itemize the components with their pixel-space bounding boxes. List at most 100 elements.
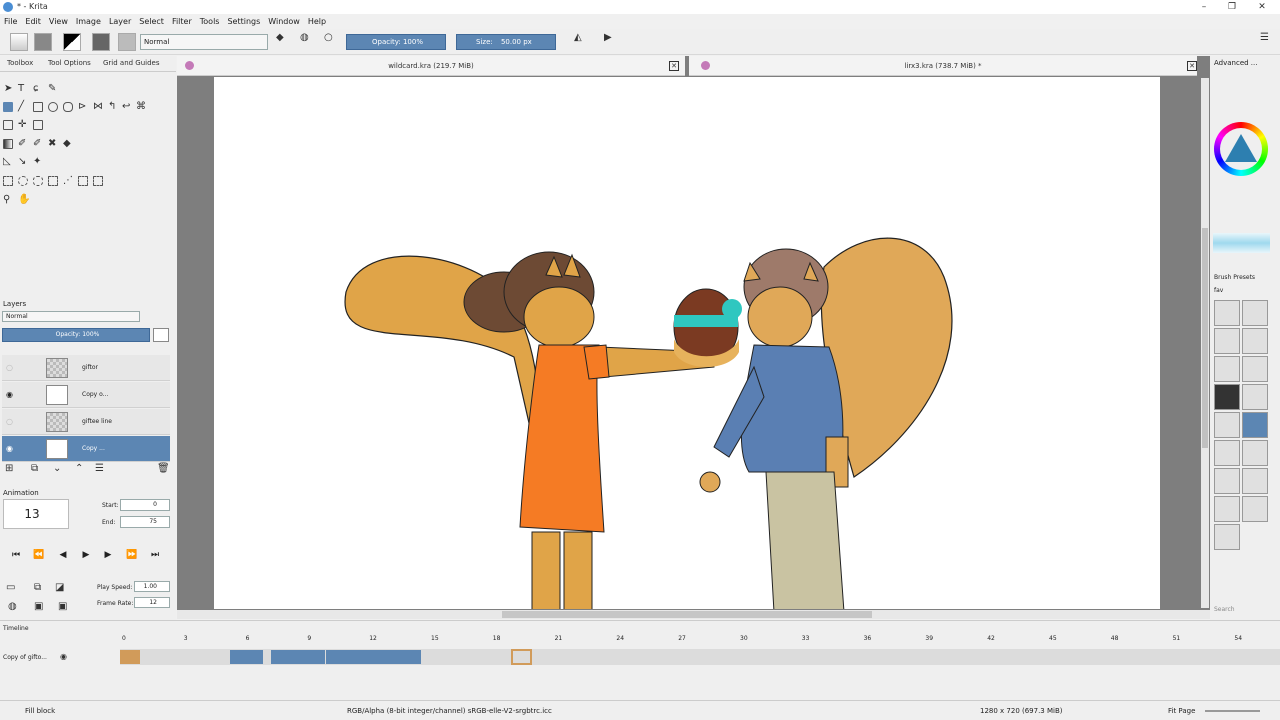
rect-select-icon[interactable] xyxy=(3,176,13,186)
bezier-tool-icon[interactable]: ⋈ xyxy=(93,102,103,112)
menu-tools[interactable]: Tools xyxy=(196,14,224,29)
frame-ruler[interactable]: 0 3 6 9 12 15 18 21 24 27 30 33 36 39 42 45 48 51 54 xyxy=(120,635,1280,647)
opacity-slider[interactable]: Opacity: 100% xyxy=(346,34,446,50)
first-frame-icon[interactable]: ⏮ xyxy=(10,549,22,561)
pan-tool-icon[interactable]: ✋ xyxy=(18,195,30,205)
drawing-canvas[interactable] xyxy=(214,77,1160,609)
layer-opacity-slider[interactable]: Opacity: 100% xyxy=(2,328,150,342)
crop-tool-icon[interactable] xyxy=(33,120,43,130)
vertical-scrollbar[interactable] xyxy=(1201,78,1209,608)
layer-row[interactable]: ○ giftor xyxy=(2,355,170,381)
smart-patch-icon[interactable]: ✖ xyxy=(48,139,58,149)
fill-tool-icon[interactable]: ◆ xyxy=(63,139,73,149)
line-tool-icon[interactable]: ╱ xyxy=(18,102,28,112)
gradient-tool-icon[interactable] xyxy=(3,139,13,149)
eye-visible-icon[interactable]: ◉ xyxy=(6,390,13,399)
hamburger-menu-icon[interactable]: ☰ xyxy=(1260,33,1278,51)
fg-bg-color-icon[interactable] xyxy=(63,33,81,51)
brush-preset-icon[interactable] xyxy=(92,33,110,51)
menu-edit[interactable]: Edit xyxy=(21,14,45,29)
wrap-around-icon[interactable]: ○ xyxy=(324,33,342,51)
blend-mode-select[interactable]: Normal xyxy=(140,34,268,50)
tab-tool-options[interactable]: Tool Options xyxy=(48,59,91,67)
brush-preset[interactable] xyxy=(1214,412,1240,438)
layer-row-selected[interactable]: ◉ Copy ... xyxy=(2,436,170,462)
menu-settings[interactable]: Settings xyxy=(223,14,264,29)
keyframe[interactable] xyxy=(401,650,422,664)
menu-layer[interactable]: Layer xyxy=(105,14,135,29)
layer-row[interactable]: ○ giftee line xyxy=(2,409,170,435)
brush-search-input[interactable]: Search xyxy=(1214,606,1235,613)
prev-keyframe-icon[interactable]: ⏪ xyxy=(33,549,45,561)
horizontal-scrollbar[interactable] xyxy=(177,610,1210,619)
freehand-select-icon[interactable] xyxy=(48,176,58,186)
eye-visible-icon[interactable]: ◉ xyxy=(6,444,13,453)
color-wheel[interactable] xyxy=(1214,122,1268,176)
move-tool-icon[interactable]: ✛ xyxy=(18,120,28,130)
eye-hidden-icon[interactable]: ○ xyxy=(6,363,13,372)
last-frame-icon[interactable]: ⏭ xyxy=(149,549,161,561)
eraser-icon[interactable]: ◆ xyxy=(276,33,294,51)
layer-settings-icon[interactable]: ☰ xyxy=(95,464,104,474)
duplicate-layer-icon[interactable]: ⧉ xyxy=(31,464,38,474)
keyframe-add-icon[interactable]: ▣ xyxy=(34,602,43,612)
select-tool-icon[interactable]: ➤ xyxy=(4,84,14,94)
polygon-tool-icon[interactable] xyxy=(63,102,73,112)
next-frame-icon[interactable]: ▶ xyxy=(102,549,114,561)
size-slider[interactable]: Size: 50.00 px xyxy=(456,34,556,50)
brush-preset[interactable] xyxy=(1242,468,1268,494)
close-doc-icon[interactable]: ✕ xyxy=(1187,61,1197,71)
polyline-tool-icon[interactable]: ⊳ xyxy=(78,102,88,112)
brush-filter-select[interactable]: fav xyxy=(1214,287,1223,294)
menu-select[interactable]: Select xyxy=(135,14,168,29)
brush-preset[interactable] xyxy=(1214,496,1240,522)
assistant-tool-icon[interactable]: ◺ xyxy=(3,157,13,167)
brush-preset-selected[interactable] xyxy=(1242,412,1268,438)
color-triangle[interactable] xyxy=(1223,132,1259,166)
zoom-slider[interactable] xyxy=(1205,710,1260,712)
dynamic-brush-icon[interactable]: ↩ xyxy=(122,102,132,112)
magic-wand-icon[interactable]: ⋰ xyxy=(63,176,73,186)
layer-row[interactable]: ◉ Copy o... xyxy=(2,382,170,408)
keyframe[interactable] xyxy=(305,650,325,664)
menu-view[interactable]: View xyxy=(45,14,72,29)
menu-image[interactable]: Image xyxy=(72,14,105,29)
pattern-icon[interactable] xyxy=(34,33,52,51)
color-shade-bars[interactable] xyxy=(1213,233,1270,253)
zoom-mode-select[interactable]: Fit Page xyxy=(1168,707,1195,715)
mirror-horizontal-icon[interactable]: ◭ xyxy=(574,33,592,51)
brush-preset[interactable] xyxy=(1242,384,1268,410)
menu-file[interactable]: File xyxy=(0,14,21,29)
rectangle-tool-icon[interactable] xyxy=(33,102,43,112)
document-tab-wildcard[interactable]: wildcard.kra (219.7 MiB) ✕ xyxy=(177,56,685,76)
move-up-icon[interactable]: ⌃ xyxy=(75,464,83,474)
play-speed-field[interactable]: 1.00 xyxy=(134,581,170,592)
workspace-icon[interactable] xyxy=(118,33,136,51)
menu-filter[interactable]: Filter xyxy=(168,14,196,29)
keyframe[interactable] xyxy=(243,650,264,664)
frame-rate-field[interactable]: 12 xyxy=(134,597,170,608)
start-field[interactable]: 0 xyxy=(120,499,170,511)
eye-hidden-icon[interactable]: ○ xyxy=(6,417,13,426)
zoom-tool-icon[interactable]: ⚲ xyxy=(3,195,13,205)
drop-frames-icon[interactable]: ⧉ xyxy=(34,583,41,593)
color-picker-icon[interactable]: ✐ xyxy=(18,139,28,149)
minimize-button[interactable]: – xyxy=(1190,0,1218,14)
add-layer-icon[interactable]: ⊞ xyxy=(5,464,13,474)
colorize-mask-icon[interactable]: ✐ xyxy=(33,139,43,149)
tab-toolbox[interactable]: Toolbox xyxy=(7,59,33,67)
scrollbar-thumb[interactable] xyxy=(1202,228,1208,448)
brush-tool-icon[interactable] xyxy=(3,102,13,112)
frame-track[interactable] xyxy=(120,649,1280,665)
brush-preset[interactable] xyxy=(1214,356,1240,382)
calligraphy-tool-icon[interactable]: ɕ xyxy=(33,84,43,94)
close-button[interactable]: ✕ xyxy=(1248,0,1276,14)
similar-select-icon[interactable] xyxy=(78,176,88,186)
brush-preset[interactable] xyxy=(1242,356,1268,382)
polygon-select-icon[interactable] xyxy=(33,176,43,186)
bezier-select-icon[interactable] xyxy=(93,176,103,186)
brush-preset[interactable] xyxy=(1214,524,1240,550)
edit-shapes-icon[interactable]: ✎ xyxy=(48,84,58,94)
brush-preset[interactable] xyxy=(1242,300,1268,326)
tab-grid-guides[interactable]: Grid and Guides xyxy=(103,59,160,67)
